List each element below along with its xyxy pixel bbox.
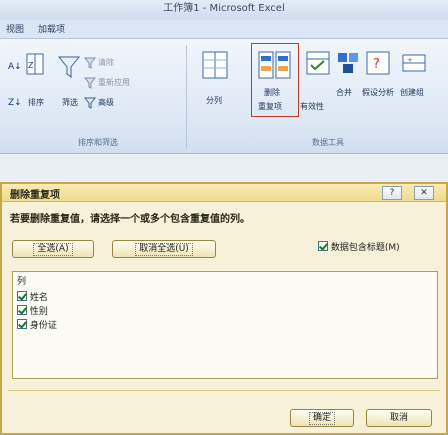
dialog-separator [8,390,440,391]
list-item[interactable]: 性别 [17,304,48,317]
remove-duplicates-dialog: 删除重复项 ? ✕ 若要删除重复值，请选择一个或多个包含重复值的列。 全选(A)… [0,182,448,435]
remove-duplicates-icon[interactable] [258,51,292,79]
cancel-label: 取消 [389,413,408,423]
sort-descending-icon[interactable]: Z↓ [8,95,22,109]
clear-label[interactable]: 清除 [98,57,114,68]
dialog-title-bar: 删除重复项 ? ✕ [2,184,446,202]
header-checkbox[interactable] [318,241,328,251]
clear-filter-icon[interactable] [83,57,97,69]
text-to-columns-icon[interactable] [202,51,228,79]
column-label: 性别 [29,307,48,317]
title-bar: 工作簿1 - Microsoft Excel [0,0,448,20]
group-divider [186,45,187,149]
select-all-label: 全选(A) [33,243,73,256]
tab-view[interactable]: 视图 [6,22,24,35]
column-label: 姓名 [29,293,48,303]
validation-label[interactable]: 有效性 [300,101,324,112]
column-label: 身份证 [29,321,57,331]
list-item[interactable]: 姓名 [17,290,48,303]
sort-grid-icon[interactable]: Z [26,53,44,75]
remove-duplicates-label2[interactable]: 重复项 [258,101,282,112]
header-checkbox-label: 数据包含标题(M) [330,243,400,253]
sort-ascending-icon[interactable]: A↓ [8,59,22,73]
advanced-label[interactable]: 高级 [98,97,114,108]
list-item[interactable]: 身份证 [17,318,57,331]
ok-label: 确定 [308,412,335,425]
unselect-all-label: 取消全选(U) [135,243,193,256]
svg-text:Z: Z [28,61,34,70]
ribbon: A↓ Z Z↓ 排序 筛选 清除 重新应用 高级 排序和筛选 分列 删除 重复项… [0,38,448,154]
ribbon-tabs: 视图 加载项 [0,20,448,38]
what-if-label[interactable]: 假设分析 [362,87,394,98]
column-checkbox[interactable] [17,305,27,315]
reapply-icon[interactable] [83,77,97,89]
column-checkbox[interactable] [17,319,27,329]
data-validation-icon[interactable] [306,51,330,75]
close-button[interactable]: ✕ [414,186,434,200]
consolidate-label[interactable]: 合并 [336,87,352,98]
column-checkbox[interactable] [17,291,27,301]
reapply-label[interactable]: 重新应用 [98,77,130,88]
consolidate-icon[interactable] [336,51,360,75]
cancel-button[interactable]: 取消 [366,409,432,427]
header-checkbox-row[interactable]: 数据包含标题(M) [318,240,400,253]
columns-listbox[interactable]: 列 姓名 性别 身份证 [12,271,438,379]
advanced-filter-icon[interactable] [83,97,97,109]
tab-addins[interactable]: 加载项 [38,22,65,35]
data-tools-group-label: 数据工具 [312,138,344,147]
remove-duplicates-label[interactable]: 删除 [264,87,280,98]
window-title: 工作簿1 - Microsoft Excel [163,3,285,14]
sheet-area [0,154,448,182]
select-all-button[interactable]: 全选(A) [12,240,94,258]
group-icon[interactable]: + [402,51,426,75]
dialog-instruction: 若要删除重复值，请选择一个或多个包含重复值的列。 [10,214,250,225]
unselect-all-button[interactable]: 取消全选(U) [112,240,216,258]
sort-filter-group-label: 排序和筛选 [78,138,118,147]
split-label[interactable]: 分列 [206,95,222,106]
filter-label[interactable]: 筛选 [62,97,78,108]
sort-label[interactable]: 排序 [28,97,44,108]
help-button[interactable]: ? [382,186,402,200]
group-label[interactable]: 创建组 [400,87,424,98]
dialog-title: 删除重复项 [10,190,60,201]
svg-text:Z↓: Z↓ [8,98,22,108]
what-if-analysis-icon[interactable]: ? [366,51,390,75]
svg-text:?: ? [373,57,380,72]
list-header: 列 [17,277,27,287]
svg-text:A↓: A↓ [8,62,22,72]
svg-text:+: + [407,56,413,64]
filter-icon[interactable] [57,55,81,79]
ok-button[interactable]: 确定 [290,409,354,427]
